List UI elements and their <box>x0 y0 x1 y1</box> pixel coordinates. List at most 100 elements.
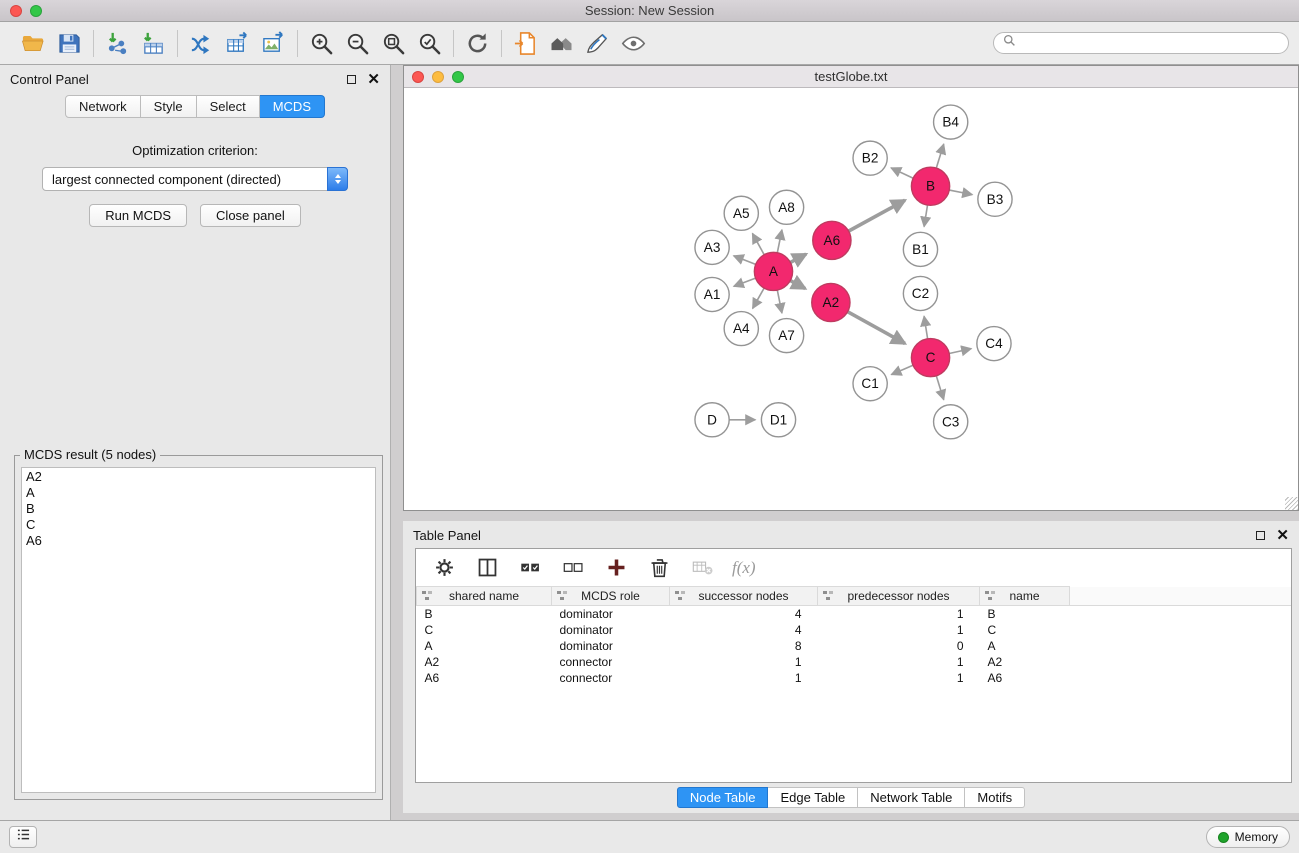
graph-node-C4[interactable]: C4 <box>977 327 1011 361</box>
table-row[interactable]: A2connector11A2 <box>417 654 1292 670</box>
home-icon[interactable] <box>547 29 576 58</box>
export-table-icon[interactable] <box>223 29 252 58</box>
open-session-icon[interactable] <box>19 29 48 58</box>
network-close-button[interactable] <box>412 71 424 83</box>
style-brush-icon[interactable] <box>583 29 612 58</box>
result-item[interactable]: A6 <box>26 533 371 549</box>
graph-node-C2[interactable]: C2 <box>903 276 937 310</box>
graph-edge-C-C1[interactable] <box>891 365 913 374</box>
graph-edge-C-C4[interactable] <box>949 349 971 354</box>
tab-node-table[interactable]: Node Table <box>677 787 769 808</box>
graph-node-B[interactable]: B <box>911 167 949 205</box>
resize-grip[interactable] <box>1285 497 1298 510</box>
graph-node-B2[interactable]: B2 <box>853 141 887 175</box>
zoom-window-button[interactable] <box>30 5 42 17</box>
add-row-icon[interactable] <box>603 555 629 581</box>
column-header[interactable]: successor nodes <box>670 587 818 606</box>
zoom-in-icon[interactable] <box>307 29 336 58</box>
table-row[interactable]: A6connector11A6 <box>417 670 1292 686</box>
graph-edge-A-A8[interactable] <box>777 230 782 253</box>
deselect-all-icon[interactable] <box>560 555 586 581</box>
network-canvas[interactable]: B4B2BB3A5A8A6A3B1AA1C2A2A4A7C4CC1C3DD1 <box>404 89 1298 510</box>
table-row[interactable]: Bdominator41B <box>417 606 1292 622</box>
close-table-panel-icon[interactable]: ✕ <box>1276 528 1289 543</box>
memory-button[interactable]: Memory <box>1206 826 1290 848</box>
graph-node-A7[interactable]: A7 <box>769 319 803 353</box>
import-table-icon[interactable] <box>139 29 168 58</box>
graph-edge-B-B2[interactable] <box>891 168 913 178</box>
table-row[interactable]: Cdominator41C <box>417 622 1292 638</box>
graph-edge-A2-C[interactable] <box>848 312 905 344</box>
clear-table-icon[interactable] <box>689 555 715 581</box>
tab-style[interactable]: Style <box>141 95 197 118</box>
tab-network-table[interactable]: Network Table <box>858 787 965 808</box>
graph-node-B3[interactable]: B3 <box>978 182 1012 216</box>
graph-node-C3[interactable]: C3 <box>934 405 968 439</box>
graph-edge-B-B1[interactable] <box>924 205 927 227</box>
columns-icon[interactable] <box>474 555 500 581</box>
table-row[interactable]: Adominator80A <box>417 638 1292 654</box>
graph-node-A3[interactable]: A3 <box>695 230 729 264</box>
search-input[interactable] <box>1021 36 1279 50</box>
network-zoom-button[interactable] <box>452 71 464 83</box>
open-document-icon[interactable] <box>511 29 540 58</box>
optimization-criterion-select[interactable]: largest connected component (directed) <box>42 167 348 191</box>
graph-node-A5[interactable]: A5 <box>724 196 758 230</box>
graph-edge-A-A7[interactable] <box>777 290 782 313</box>
result-item[interactable]: B <box>26 501 371 517</box>
graph-edge-C-C3[interactable] <box>936 376 943 400</box>
graph-edge-A-A6[interactable] <box>790 254 806 262</box>
tab-mcds[interactable]: MCDS <box>260 95 325 118</box>
graph-edge-A-A3[interactable] <box>734 256 756 265</box>
task-history-button[interactable] <box>9 826 37 848</box>
column-header[interactable]: name <box>980 587 1070 606</box>
network-minimize-button[interactable] <box>432 71 444 83</box>
graph-node-D[interactable]: D <box>695 403 729 437</box>
graph-edge-A6-B[interactable] <box>849 200 905 231</box>
graph-node-A2[interactable]: A2 <box>812 283 850 321</box>
tab-network[interactable]: Network <box>65 95 141 118</box>
zoom-fit-icon[interactable] <box>379 29 408 58</box>
float-panel-icon[interactable] <box>347 75 356 84</box>
zoom-selected-icon[interactable] <box>415 29 444 58</box>
run-mcds-button[interactable]: Run MCDS <box>89 204 187 227</box>
export-network-icon[interactable] <box>187 29 216 58</box>
import-network-icon[interactable] <box>103 29 132 58</box>
zoom-out-icon[interactable] <box>343 29 372 58</box>
graph-edge-B-B3[interactable] <box>949 190 972 195</box>
graph-edge-A-A2[interactable] <box>790 281 805 289</box>
graph-node-B1[interactable]: B1 <box>903 232 937 266</box>
close-window-button[interactable] <box>10 5 22 17</box>
select-all-icon[interactable] <box>517 555 543 581</box>
apply-layout-icon[interactable] <box>463 29 492 58</box>
graph-edge-A-A4[interactable] <box>753 288 764 308</box>
graph-edge-A-A5[interactable] <box>752 233 764 254</box>
function-builder-icon[interactable]: f(x) <box>732 558 756 578</box>
graph-edge-C-C2[interactable] <box>924 316 928 339</box>
result-item[interactable]: C <box>26 517 371 533</box>
result-item[interactable]: A <box>26 485 371 501</box>
graph-node-A6[interactable]: A6 <box>813 221 851 259</box>
column-header[interactable]: predecessor nodes <box>818 587 980 606</box>
show-hide-icon[interactable] <box>619 29 648 58</box>
graph-node-A[interactable]: A <box>754 252 792 290</box>
close-panel-icon[interactable]: ✕ <box>367 72 380 87</box>
settings-icon[interactable] <box>431 555 457 581</box>
graph-node-C[interactable]: C <box>911 339 949 377</box>
graph-node-A8[interactable]: A8 <box>769 190 803 224</box>
graph-node-C1[interactable]: C1 <box>853 367 887 401</box>
float-table-panel-icon[interactable] <box>1256 531 1265 540</box>
tab-select[interactable]: Select <box>197 95 260 118</box>
graph-edge-B-B4[interactable] <box>936 144 943 168</box>
column-header[interactable]: shared name <box>417 587 552 606</box>
close-panel-button[interactable]: Close panel <box>200 204 301 227</box>
result-item[interactable]: A2 <box>26 469 371 485</box>
export-image-icon[interactable] <box>259 29 288 58</box>
delete-row-icon[interactable] <box>646 555 672 581</box>
graph-node-A4[interactable]: A4 <box>724 312 758 346</box>
graph-node-D1[interactable]: D1 <box>761 403 795 437</box>
graph-node-B4[interactable]: B4 <box>934 105 968 139</box>
graph-edge-A-A1[interactable] <box>734 278 756 286</box>
column-header[interactable]: MCDS role <box>552 587 670 606</box>
save-session-icon[interactable] <box>55 29 84 58</box>
